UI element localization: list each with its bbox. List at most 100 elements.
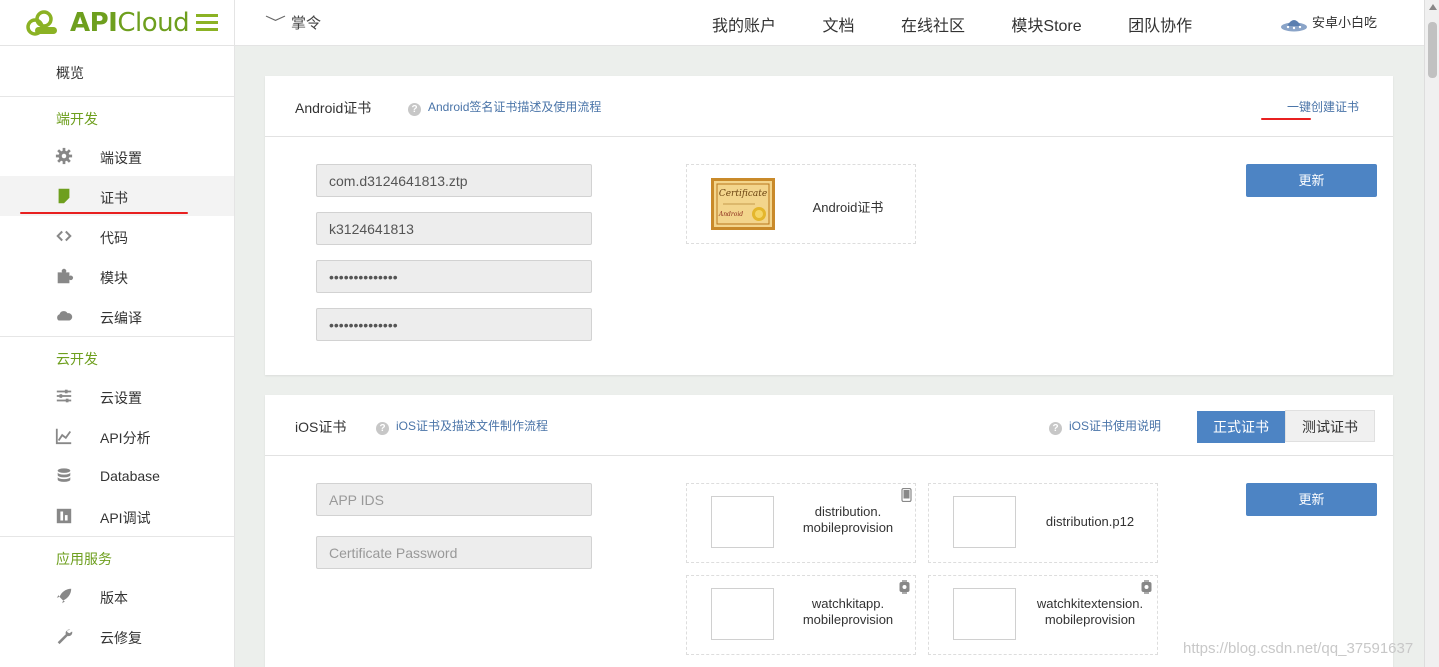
ios-help-link[interactable]: ? iOS证书及描述文件制作流程	[376, 417, 548, 435]
sidebar-item-api-analytics[interactable]: API分析	[0, 416, 234, 456]
sidebar-divider	[0, 96, 234, 97]
sidebar-item-version[interactable]: 版本	[0, 576, 234, 616]
question-icon: ?	[376, 422, 389, 435]
sidebar-item-label: 云修复	[100, 630, 142, 646]
sidebar-item-cloud-fix[interactable]: 云修复	[0, 616, 234, 656]
file-placeholder	[953, 496, 1016, 548]
apicloud-logo-icon[interactable]	[24, 10, 64, 36]
android-cert-label: Android证书	[812, 200, 884, 215]
chevron-down-icon: ﹀	[264, 15, 287, 32]
chart-icon	[55, 428, 72, 445]
nav-my-account[interactable]: 我的账户	[712, 18, 776, 35]
sidebar-item-certificate[interactable]: 证书	[0, 176, 234, 216]
nav-docs[interactable]: 文档	[822, 18, 854, 35]
page-scrollbar[interactable]	[1424, 0, 1439, 667]
keystore-password-field[interactable]: ••••••••••••••	[316, 260, 592, 293]
ios-file-distribution-p12[interactable]: distribution.p12	[928, 483, 1158, 563]
section-cloud-dev: 云开发	[56, 351, 98, 367]
file-placeholder	[953, 588, 1016, 640]
avatar-ufo-icon	[1281, 19, 1307, 32]
svg-text:Certificate: Certificate	[719, 189, 767, 199]
nav-team[interactable]: 团队协作	[1128, 18, 1192, 35]
file-label: distribution.p12	[1045, 514, 1135, 529]
sidebar-item-label: 证书	[100, 190, 128, 206]
file-label: watchkitextension. mobileprovision	[1025, 596, 1155, 628]
sidebar-item-label: 代码	[100, 230, 128, 246]
file-label-line: mobileprovision	[1044, 612, 1136, 627]
app-ids-input[interactable]: APP IDS	[316, 483, 592, 516]
logo-text-rest: Cloud	[117, 8, 190, 38]
ios-file-watchkitapp[interactable]: watchkitapp. mobileprovision	[686, 575, 916, 655]
alias-field[interactable]: k3124641813	[316, 212, 592, 245]
sidebar-item-settings[interactable]: 端设置	[0, 136, 234, 176]
database-icon	[57, 468, 71, 482]
file-placeholder	[711, 588, 774, 640]
sidebar-item-database[interactable]: Database	[0, 456, 234, 496]
sidebar-item-module[interactable]: 模块	[0, 256, 234, 296]
certificate-icon	[58, 188, 70, 204]
ios-panel-title: iOS证书	[295, 419, 347, 435]
ios-update-button[interactable]: 更新	[1246, 483, 1377, 516]
help-link-text: Android签名证书描述及使用流程	[428, 100, 602, 114]
sidebar-item-cloud-build[interactable]: 云编译	[0, 296, 234, 336]
tab-test-cert[interactable]: 测试证书	[1285, 410, 1375, 442]
sliders-icon	[56, 389, 72, 403]
file-label-line: watchkitextension.	[1036, 596, 1144, 611]
cert-type-toggle: 正式证书 测试证书	[1197, 410, 1375, 443]
question-icon: ?	[1049, 422, 1062, 435]
android-cert-file[interactable]: Certificate Android Android证书	[686, 164, 916, 244]
package-name-field[interactable]: com.d3124641813.ztp	[316, 164, 592, 197]
help-link-text: iOS证书使用说明	[1069, 419, 1162, 433]
sidebar-item-cloud-settings[interactable]: 云设置	[0, 376, 234, 416]
sidebar-item-api-debug[interactable]: API调试	[0, 496, 234, 536]
sidebar-item-label: 云编译	[100, 310, 142, 326]
android-cert-panel: Android证书 ? Android签名证书描述及使用流程 一键创建证书 com…	[265, 76, 1393, 375]
code-icon	[56, 230, 72, 242]
top-nav: 我的账户 文档 在线社区 模块Store 团队协作	[712, 12, 1234, 36]
scroll-up-arrow-icon[interactable]	[1429, 4, 1437, 10]
rocket-icon	[56, 588, 72, 604]
ios-file-watchkitextension[interactable]: watchkitextension. mobileprovision	[928, 575, 1158, 655]
certificate-password-input[interactable]: Certificate Password	[316, 536, 592, 569]
sidebar-item-overview[interactable]: 概览	[56, 63, 84, 83]
file-label: distribution. mobileprovision	[783, 504, 913, 536]
user-menu[interactable]: 安卓小白吃	[1280, 12, 1377, 33]
android-help-link[interactable]: ? Android签名证书描述及使用流程	[408, 98, 601, 116]
ios-cert-panel: iOS证书 ? iOS证书及描述文件制作流程 ? iOS证书使用说明 正式证书 测试证…	[265, 395, 1393, 667]
annotation-underline	[1261, 118, 1311, 120]
scroll-thumb[interactable]	[1428, 22, 1437, 78]
sidebar-item-code[interactable]: 代码	[0, 216, 234, 256]
file-label-line: distribution.	[814, 504, 882, 519]
file-placeholder	[711, 496, 774, 548]
sidebar-divider	[0, 336, 234, 337]
sidebar: 概览 端开发 端设置 证书 代码 模块 云编译 云开发 云设置 API分析 Da…	[0, 46, 235, 667]
android-update-button[interactable]: 更新	[1246, 164, 1377, 197]
ios-file-distribution-mobileprovision[interactable]: distribution. mobileprovision	[686, 483, 916, 563]
section-app-services: 应用服务	[56, 551, 112, 567]
certificate-image-icon: Certificate Android	[711, 178, 775, 230]
logo-text[interactable]: APICloud	[70, 8, 190, 38]
watch-icon	[899, 580, 910, 594]
file-label-line: mobileprovision	[802, 612, 894, 627]
gear-icon	[55, 147, 73, 165]
debug-icon	[56, 508, 72, 524]
tab-formal-cert[interactable]: 正式证书	[1197, 411, 1285, 443]
app-switcher[interactable]: ﹀ 掌令	[264, 12, 321, 33]
nav-community[interactable]: 在线社区	[901, 18, 965, 35]
create-cert-link[interactable]: 一键创建证书	[1287, 98, 1359, 115]
wrench-icon	[57, 629, 73, 645]
svg-text:Android: Android	[718, 211, 743, 218]
nav-module-store[interactable]: 模块Store	[1011, 18, 1081, 35]
sidebar-item-label: Database	[100, 468, 160, 484]
android-panel-title: Android证书	[295, 100, 372, 116]
watch-icon	[1141, 580, 1152, 594]
menu-toggle-icon[interactable]	[196, 14, 218, 32]
file-label-line: mobileprovision	[802, 520, 894, 535]
ios-usage-link[interactable]: ? iOS证书使用说明	[1049, 417, 1161, 435]
watermark-text: https://blog.csdn.net/qq_37591637	[1183, 640, 1414, 657]
alias-password-field[interactable]: ••••••••••••••	[316, 308, 592, 341]
cloud-icon	[57, 311, 73, 321]
annotation-underline	[20, 212, 188, 214]
logo-text-bold: API	[70, 8, 118, 38]
username: 安卓小白吃	[1312, 15, 1378, 30]
